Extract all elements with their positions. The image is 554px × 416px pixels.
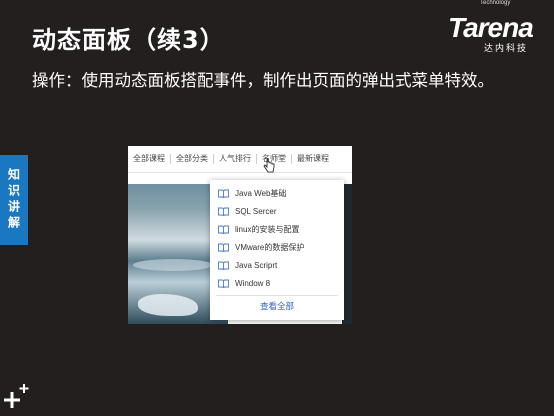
nav-latest[interactable]: 最新课程 <box>292 154 334 164</box>
menu-item[interactable]: SQL Sercer <box>218 204 277 218</box>
menu-item[interactable]: Java Scriprt <box>218 258 277 272</box>
course-nav: 全部课程 全部分类 人气排行 名师堂 最新课程 <box>128 146 352 173</box>
side-tab-knowledge[interactable]: 知识讲解 <box>0 155 28 245</box>
logo-main-text: Tarena <box>448 12 534 43</box>
slide-title: 动态面板（续3） <box>32 26 225 54</box>
nav-popular[interactable]: 人气排行 <box>214 154 257 164</box>
menu-item-label: Java Scriprt <box>235 260 278 270</box>
slide-description: 操作：使用动态面板搭配事件，制作出页面的弹出式菜单特效。 <box>32 71 494 90</box>
book-icon <box>218 189 229 198</box>
menu-item-label: linux的安装与配置 <box>235 224 300 234</box>
book-icon <box>218 243 229 252</box>
logo-cn-text: 达内科技 <box>484 44 529 54</box>
nav-all-categories[interactable]: 全部分类 <box>171 154 214 164</box>
menu-item-label: VMware的数据保护 <box>235 242 305 252</box>
menu-item-label: SQL Sercer <box>235 206 277 216</box>
view-all-link[interactable]: 查看全部 <box>210 300 344 312</box>
book-icon <box>218 207 229 216</box>
menu-divider <box>216 295 338 296</box>
menu-item[interactable]: Java Web基础 <box>218 186 286 200</box>
popup-menu: Java Web基础 SQL Sercer linux的安装与配置 VMware… <box>210 180 344 320</box>
hand-cursor-icon <box>263 158 275 173</box>
menu-item-label: Java Web基础 <box>235 188 287 198</box>
screenshot-panel: 全部课程 全部分类 人气排行 名师堂 最新课程 Java Web基础 SQL S… <box>128 146 352 324</box>
menu-item[interactable]: linux的安装与配置 <box>218 222 299 236</box>
logo-small-text: Technology <box>480 0 511 6</box>
menu-item[interactable]: VMware的数据保护 <box>218 240 304 254</box>
tarena-logo: Tarena 达内科技 <box>448 10 544 54</box>
book-icon <box>218 261 229 270</box>
book-icon <box>218 225 229 234</box>
book-icon <box>218 279 229 288</box>
menu-item[interactable]: Window 8 <box>218 276 270 290</box>
sparkle-plus-icon <box>4 384 29 408</box>
menu-item-label: Window 8 <box>235 278 271 288</box>
nav-all-courses[interactable]: 全部课程 <box>128 154 171 164</box>
